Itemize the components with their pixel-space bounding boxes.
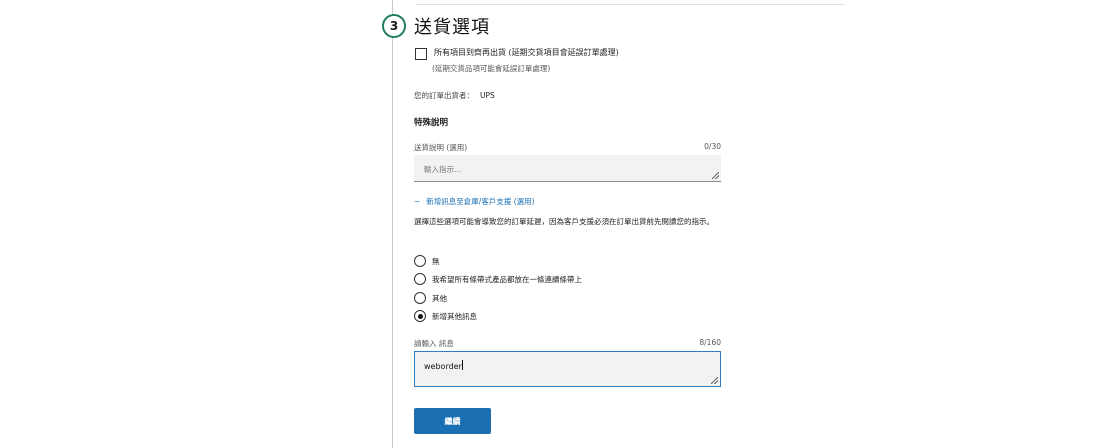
step-timeline-line — [392, 0, 393, 448]
ship-all-checkbox[interactable] — [415, 48, 427, 60]
radio-option-other[interactable]: 其他 — [414, 292, 447, 304]
shipper-label: 您的訂單出貨者： — [414, 91, 474, 100]
minus-icon: − — [414, 197, 421, 206]
radio-label: 我希望所有條帶式產品都放在一條連續條帶上 — [432, 274, 582, 284]
radio-selected-dot — [417, 313, 423, 319]
resize-handle-icon[interactable] — [712, 172, 719, 179]
ship-all-option[interactable]: 所有項目到齊再出貨 (延期交貨項目會延誤訂單處理) — [415, 47, 619, 60]
radio-option-none[interactable]: 無 — [414, 255, 440, 267]
add-message-link-label: 新增訊息至倉庫/客戶支援 (選用) — [426, 197, 535, 206]
shipper-info: 您的訂單出貨者： UPS — [414, 90, 495, 101]
radio-button[interactable] — [414, 273, 426, 285]
top-divider — [415, 4, 845, 5]
step-number-badge: 3 — [382, 14, 406, 38]
shipper-value: UPS — [480, 91, 495, 100]
delay-warning-text: 選擇這些選項可能會導致您的訂單延遲，因為客戶支援必須在訂單出貨前先閱讀您的指示。 — [414, 217, 714, 226]
radio-label: 新增其他訊息 — [432, 311, 477, 321]
message-input-counter: 8/160 — [699, 338, 721, 347]
radio-button[interactable] — [414, 255, 426, 267]
delivery-instructions-input[interactable]: 輸入指示... — [414, 155, 721, 182]
radio-option-continuous-strip[interactable]: 我希望所有條帶式產品都放在一條連續條帶上 — [414, 273, 582, 285]
message-input-label: 請輸入 訊息 — [414, 339, 454, 348]
radio-option-add-message[interactable]: 新增其他訊息 — [414, 310, 477, 322]
radio-button[interactable] — [414, 292, 426, 304]
ship-all-sublabel: (延期交貨品項可能會延誤訂單處理) — [432, 64, 551, 73]
message-input-value: weborder — [424, 362, 462, 371]
ship-all-label: 所有項目到齊再出貨 (延期交貨項目會延誤訂單處理) — [434, 48, 619, 57]
add-message-toggle-link[interactable]: − 新增訊息至倉庫/客戶支援 (選用) — [414, 196, 535, 207]
radio-label: 無 — [432, 256, 440, 266]
delivery-instructions-label: 送貨說明 (選用) — [414, 143, 468, 152]
section-title: 送貨選項 — [414, 17, 490, 38]
text-caret — [461, 360, 463, 370]
message-input[interactable]: weborder — [414, 351, 721, 387]
resize-handle-icon[interactable] — [711, 377, 718, 384]
special-instructions-heading: 特殊說明 — [414, 118, 449, 128]
radio-button-selected[interactable] — [414, 310, 426, 322]
radio-label: 其他 — [432, 293, 447, 303]
delivery-instructions-placeholder: 輸入指示... — [424, 165, 462, 174]
continue-button[interactable]: 繼續 — [414, 408, 491, 434]
delivery-instructions-counter: 0/30 — [704, 142, 721, 151]
